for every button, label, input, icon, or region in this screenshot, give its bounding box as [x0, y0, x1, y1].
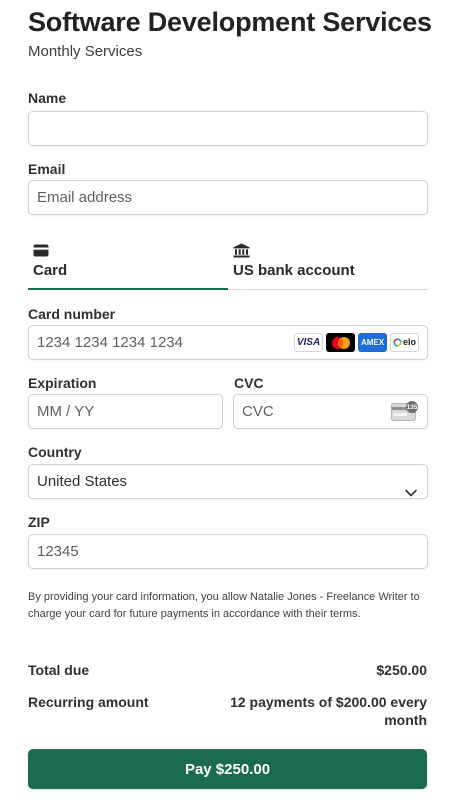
card-number-placeholder: 1234 1234 1234 1234 [37, 334, 183, 351]
tab-card-label: Card [33, 262, 68, 279]
elo-label: elo [402, 337, 416, 347]
bank-icon [233, 243, 250, 263]
cvc-input[interactable]: CVC 135 [233, 394, 428, 429]
expiration-input[interactable]: MM / YY [28, 394, 223, 429]
total-due-value: $250.00 [376, 662, 427, 678]
zip-label: ZIP [28, 514, 50, 530]
pay-button[interactable]: Pay $250.00 [28, 749, 427, 789]
tab-card[interactable]: Card [28, 236, 228, 290]
cvc-label: CVC [234, 375, 264, 391]
chevron-down-icon [405, 476, 417, 498]
cvc-card-icon: 135 [391, 401, 419, 428]
mastercard-icon [326, 333, 355, 352]
name-input[interactable] [28, 111, 428, 146]
page-subtitle: Monthly Services [28, 43, 143, 60]
payment-disclaimer: By providing your card information, you … [28, 591, 420, 620]
elo-icon: elo [390, 333, 419, 352]
zip-input[interactable]: 12345 [28, 534, 428, 569]
email-placeholder: Email address [37, 189, 133, 206]
card-number-input[interactable]: 1234 1234 1234 1234 VISA AMEX elo [28, 325, 428, 360]
country-select[interactable]: United States [28, 464, 428, 499]
recurring-amount-value: 12 payments of $200.00 every month [230, 694, 427, 728]
expiration-placeholder: MM / YY [37, 403, 95, 420]
email-label: Email [28, 161, 66, 177]
amex-icon: AMEX [358, 333, 387, 352]
recurring-amount-label: Recurring amount [28, 694, 149, 710]
checkout-page: Software Development Services Monthly Se… [0, 0, 464, 799]
cvc-icon-digits: 135 [406, 404, 418, 411]
name-label: Name [28, 90, 67, 106]
credit-card-icon [33, 244, 49, 262]
country-value: United States [37, 473, 128, 490]
zip-placeholder: 12345 [37, 543, 79, 560]
page-title: Software Development Services [28, 7, 432, 37]
total-due-label: Total due [28, 662, 90, 678]
payment-method-tabs: Card US bank account [28, 236, 428, 290]
cvc-placeholder: CVC [242, 403, 274, 420]
card-brand-logos: VISA AMEX elo [294, 333, 419, 352]
email-input[interactable]: Email address [28, 180, 428, 215]
card-number-label: Card number [28, 306, 116, 322]
country-label: Country [28, 444, 82, 460]
expiration-label: Expiration [28, 375, 97, 391]
visa-icon: VISA [294, 333, 323, 352]
tab-us-bank-account-label: US bank account [233, 262, 355, 279]
tab-us-bank-account[interactable]: US bank account [228, 236, 428, 290]
